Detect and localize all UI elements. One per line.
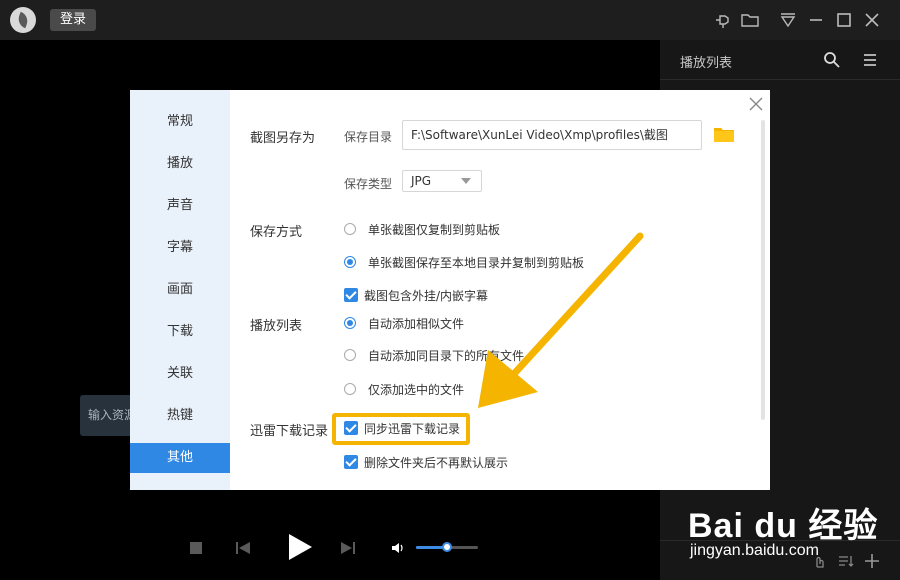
xunlei-section-label: 迅雷下载记录 bbox=[250, 424, 329, 439]
pin-icon[interactable] bbox=[712, 10, 732, 30]
nav-item-download[interactable]: 下载 bbox=[130, 317, 230, 347]
watermark-url: jingyan.baidu.com bbox=[690, 542, 819, 559]
login-button[interactable]: 登录 bbox=[50, 9, 96, 31]
dialog-scrollbar[interactable] bbox=[761, 120, 765, 420]
annotation-highlight-box bbox=[332, 413, 470, 445]
save-dir-label: 保存目录 bbox=[344, 130, 393, 144]
search-icon[interactable] bbox=[822, 50, 842, 70]
checkbox-checked[interactable] bbox=[344, 455, 358, 469]
settings-nav: 常规 播放 声音 字幕 画面 下载 关联 热键 其他 bbox=[130, 90, 230, 490]
nav-item-hotkey[interactable]: 热键 bbox=[130, 401, 230, 431]
save-dir-input[interactable]: F:\Software\XunLei Video\Xmp\profiles\截图 bbox=[402, 120, 702, 150]
stop-icon[interactable] bbox=[188, 540, 204, 556]
volume-slider-handle[interactable] bbox=[442, 542, 452, 552]
radio-button-selected[interactable] bbox=[344, 317, 356, 329]
maximize-icon[interactable] bbox=[834, 10, 854, 30]
app-logo bbox=[10, 7, 36, 33]
folder-icon[interactable] bbox=[740, 10, 760, 30]
save-type-label: 保存类型 bbox=[344, 177, 393, 191]
screenshot-section-label: 截图另存为 bbox=[250, 131, 316, 146]
nav-item-video[interactable]: 画面 bbox=[130, 275, 230, 305]
radio-button[interactable] bbox=[344, 383, 356, 395]
nav-item-association[interactable]: 关联 bbox=[130, 359, 230, 389]
nav-item-playback[interactable]: 播放 bbox=[130, 149, 230, 179]
playlist-header: 播放列表 bbox=[660, 40, 900, 80]
minimize-icon[interactable] bbox=[806, 10, 826, 30]
checkbox-checked[interactable] bbox=[344, 288, 358, 302]
nav-item-audio[interactable]: 声音 bbox=[130, 191, 230, 221]
radio-button-selected[interactable] bbox=[344, 256, 356, 268]
previous-icon[interactable] bbox=[234, 539, 252, 557]
radio-button[interactable] bbox=[344, 223, 356, 235]
dropdown-icon[interactable] bbox=[778, 10, 798, 30]
nav-item-general[interactable]: 常规 bbox=[130, 107, 230, 137]
save-type-select[interactable]: JPG bbox=[402, 170, 482, 192]
nav-item-other[interactable]: 其他 bbox=[130, 443, 230, 473]
dialog-close-icon[interactable] bbox=[746, 94, 766, 114]
chevron-down-icon bbox=[461, 178, 471, 184]
title-bar: 登录 bbox=[0, 0, 900, 40]
playlist-section-label: 播放列表 bbox=[250, 319, 303, 334]
watermark-logo-text: Bai du 经验 bbox=[688, 507, 879, 545]
radio-button[interactable] bbox=[344, 349, 356, 361]
menu-icon[interactable] bbox=[860, 50, 880, 70]
volume-slider[interactable] bbox=[416, 542, 478, 552]
playlist-title: 播放列表 bbox=[680, 56, 733, 71]
save-type-value: JPG bbox=[411, 174, 432, 188]
play-icon[interactable] bbox=[284, 531, 316, 563]
close-icon[interactable] bbox=[862, 10, 882, 30]
save-mode-section-label: 保存方式 bbox=[250, 225, 303, 240]
volume-icon[interactable] bbox=[390, 540, 406, 556]
nav-item-subtitle[interactable]: 字幕 bbox=[130, 233, 230, 263]
baidu-jingyan-watermark: Bai du 经验 jingyan.baidu.com bbox=[688, 488, 888, 568]
browse-folder-icon[interactable] bbox=[714, 126, 734, 142]
player-controls bbox=[0, 520, 660, 580]
next-icon[interactable] bbox=[339, 539, 357, 557]
